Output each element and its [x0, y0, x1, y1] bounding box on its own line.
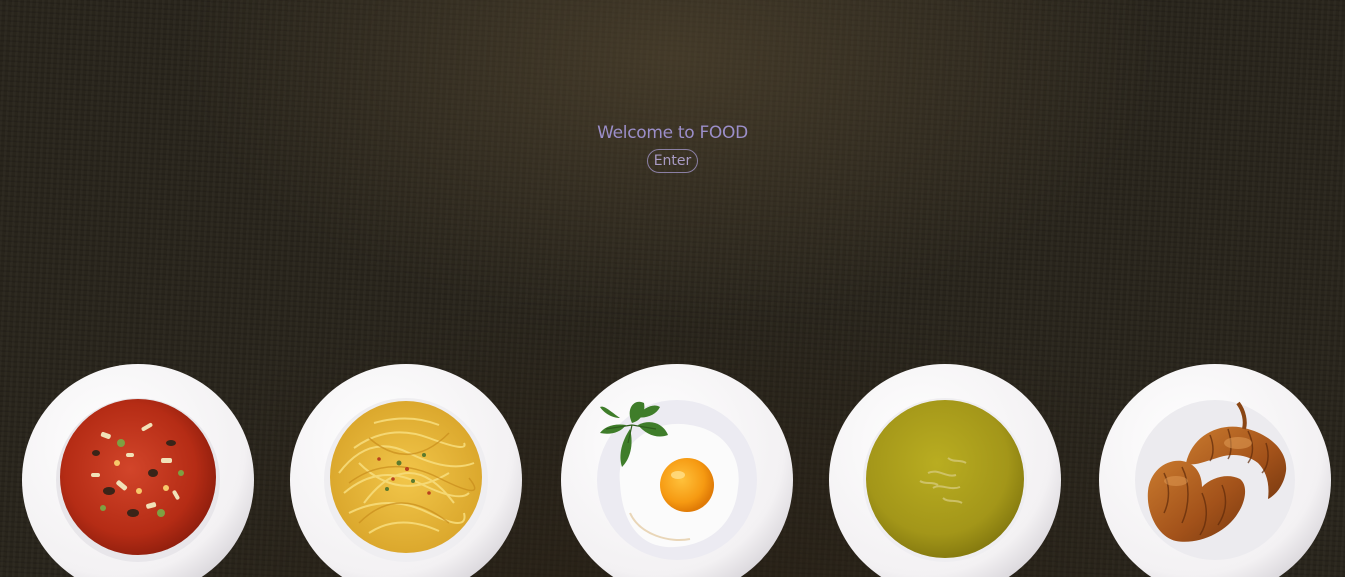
plate-fried-egg	[560, 363, 794, 577]
hero-section: Welcome to FOOD Enter	[0, 120, 1345, 173]
soup-bowl-icon	[22, 364, 254, 577]
plate-minestrone-soup	[21, 363, 255, 577]
soup-bowl-icon	[829, 364, 1061, 577]
pasta-plate-icon	[290, 364, 522, 577]
egg-plate-icon	[561, 364, 793, 577]
plate-croissants	[1098, 363, 1332, 577]
page-title: Welcome to FOOD	[597, 123, 748, 143]
enter-button[interactable]: Enter	[646, 149, 699, 173]
croissant-plate-icon	[1099, 364, 1331, 577]
food-plates-row	[0, 0, 1345, 577]
plate-pea-soup	[828, 363, 1062, 577]
plate-spaghetti	[289, 363, 523, 577]
